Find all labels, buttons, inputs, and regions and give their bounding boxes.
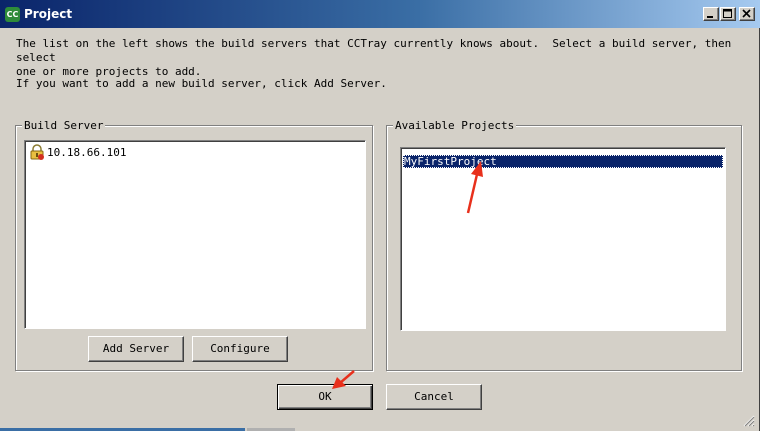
close-icon (742, 9, 751, 18)
cancel-button[interactable]: Cancel (386, 384, 482, 410)
project-list-item-selected[interactable]: MyFirstProject (403, 155, 723, 168)
projects-list[interactable]: MyFirstProject (400, 147, 726, 331)
build-server-list[interactable]: 10.18.66.101 (24, 140, 366, 329)
available-projects-group-label: Available Projects (393, 119, 517, 132)
minimize-button[interactable] (703, 7, 719, 21)
annotation-arrow-ok (332, 370, 355, 389)
title-bar[interactable]: CC Project (0, 0, 760, 28)
instructions-text: The list on the left shows the build ser… (16, 37, 732, 78)
build-server-group-label: Build Server (22, 119, 106, 132)
project-dialog: CC Project The list on the left shows th… (0, 0, 760, 431)
maximize-button[interactable] (720, 7, 736, 21)
add-server-button[interactable]: Add Server (88, 336, 184, 362)
window-title: Project (24, 7, 73, 21)
cctray-app-icon: CC (5, 7, 20, 22)
server-address: 10.18.66.101 (47, 145, 127, 159)
server-lock-icon (30, 144, 44, 160)
build-server-group: Build Server 10.18.66.101 Add Server Con… (15, 119, 373, 371)
minimize-icon (707, 16, 713, 18)
resize-grip-icon[interactable] (742, 414, 755, 427)
available-projects-group: Available Projects MyFirstProject (386, 119, 742, 371)
server-list-item[interactable]: 10.18.66.101 (29, 144, 126, 160)
close-button[interactable] (739, 7, 755, 21)
configure-button[interactable]: Configure (192, 336, 288, 362)
add-server-hint: If you want to add a new build server, c… (16, 77, 387, 90)
annotation-arrow-project (466, 161, 483, 214)
maximize-icon (723, 9, 732, 18)
